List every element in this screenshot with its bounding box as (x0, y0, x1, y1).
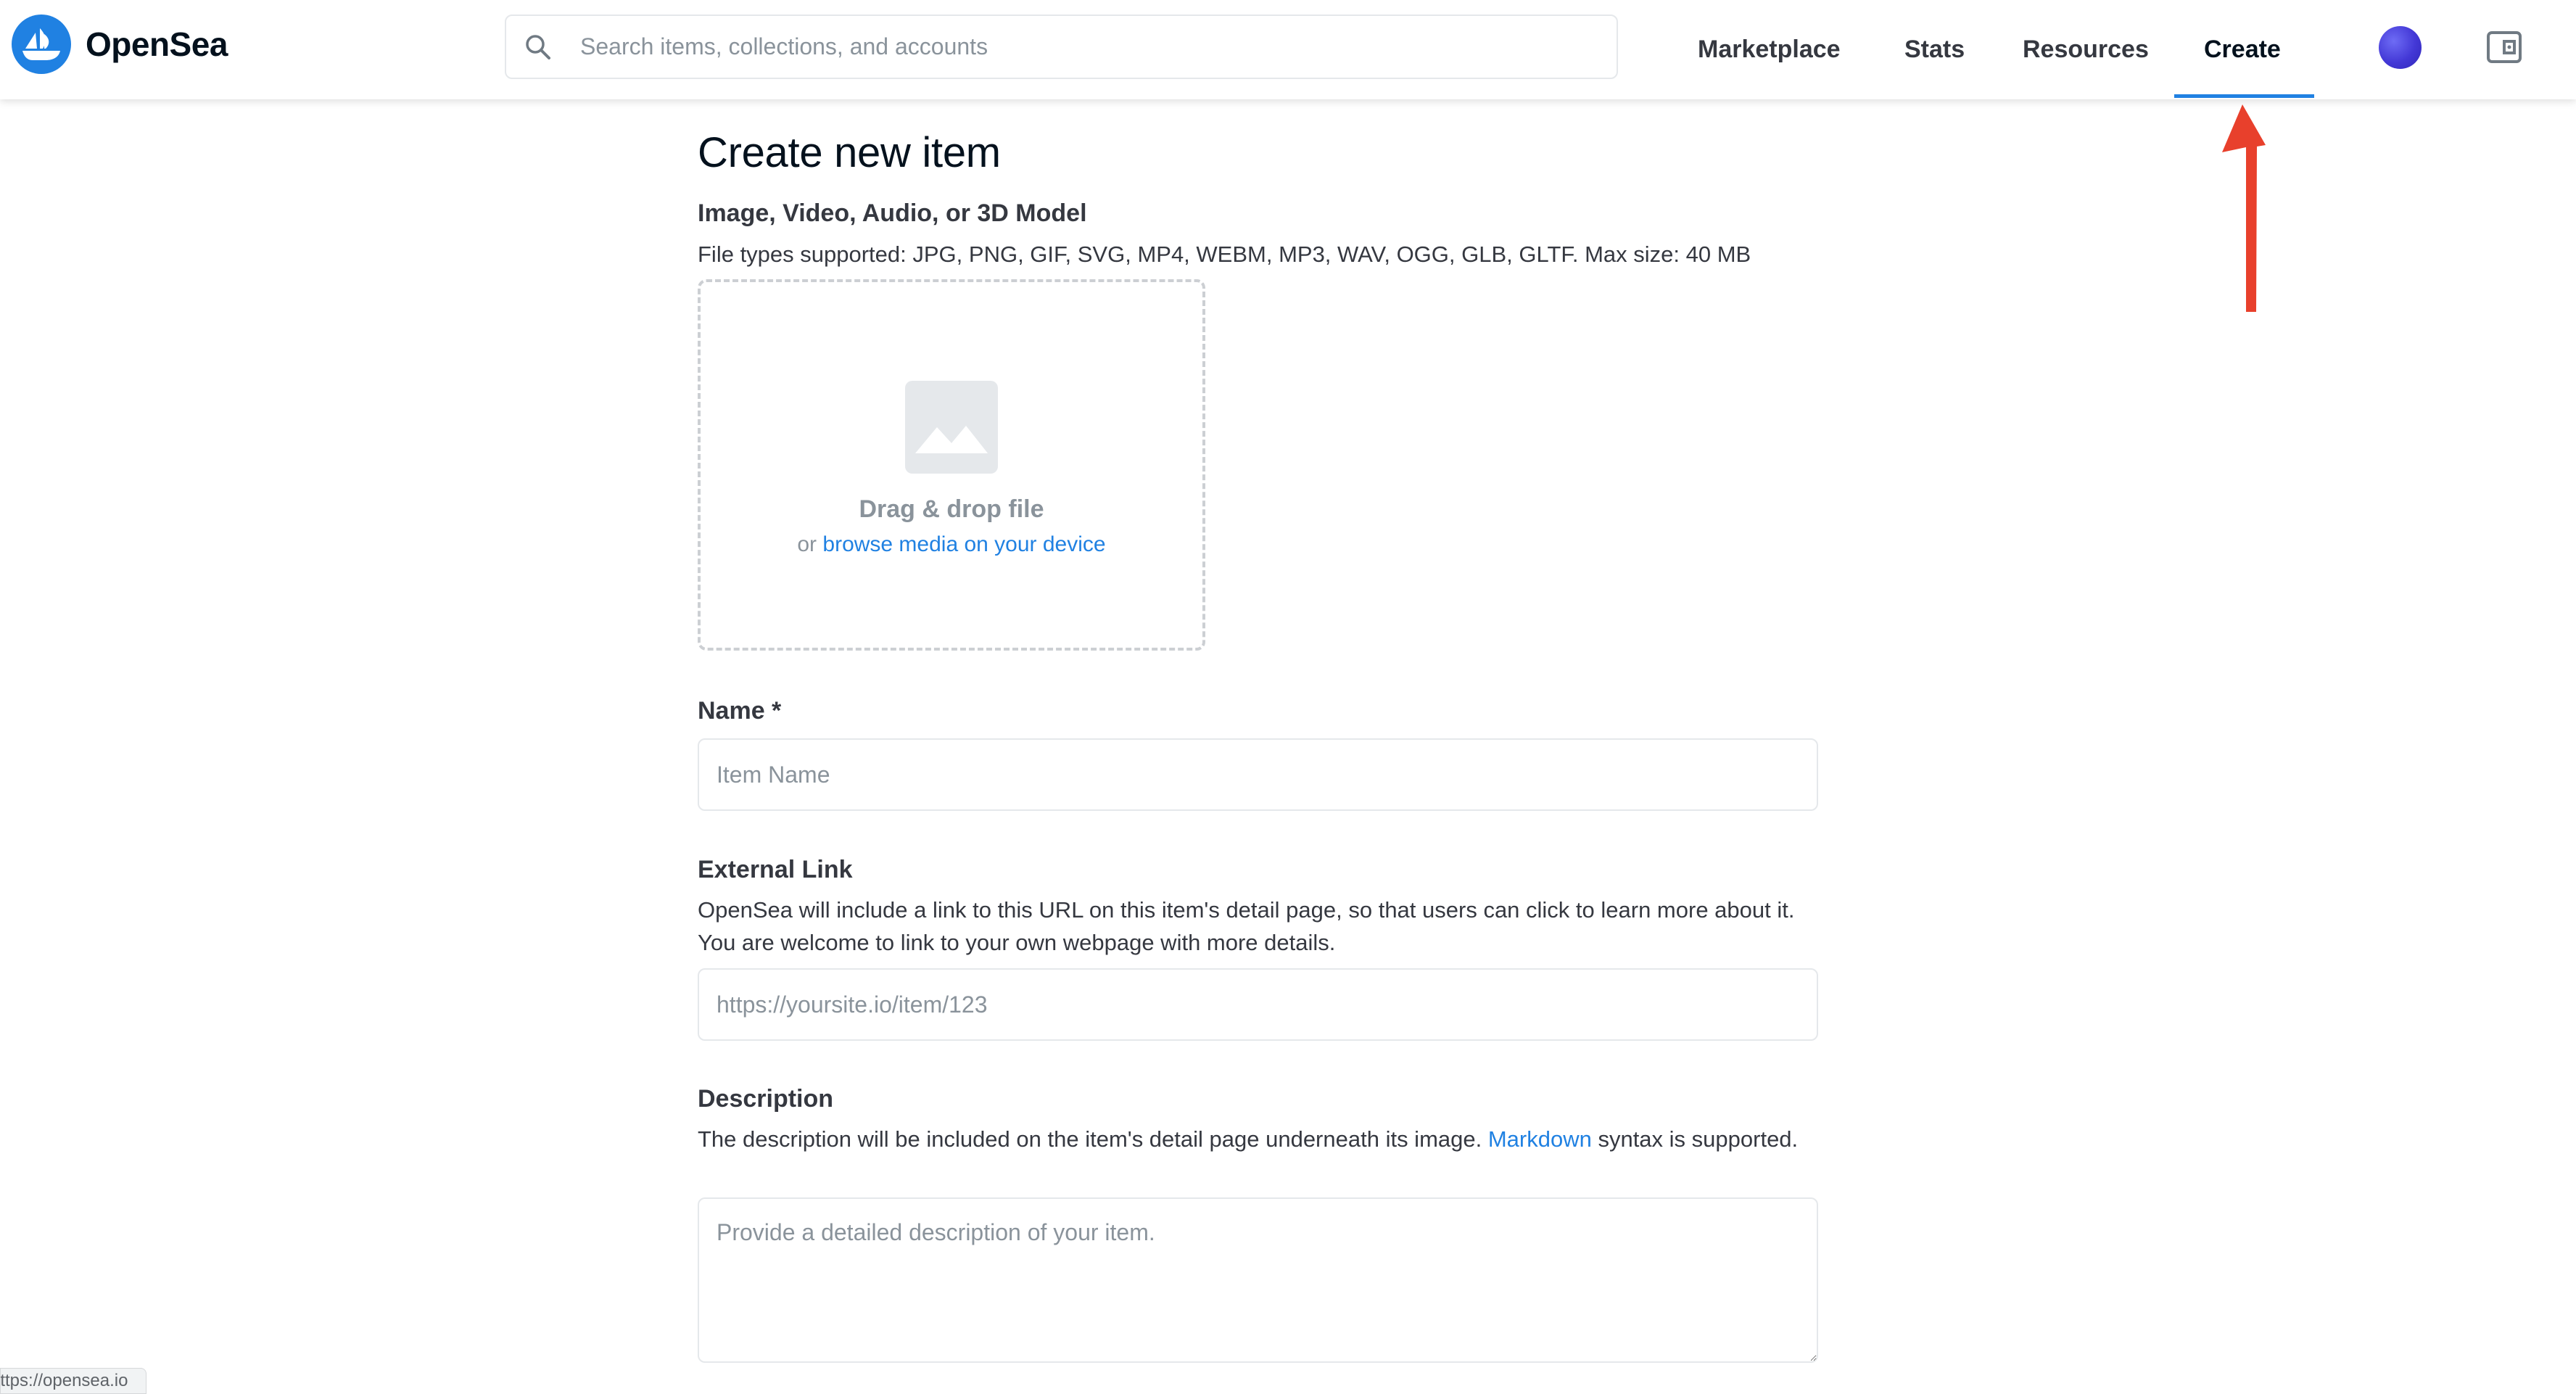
item-name-input[interactable] (698, 738, 1818, 811)
media-label: Image, Video, Audio, or 3D Model (698, 199, 1087, 227)
nav-active-indicator (2174, 94, 2314, 98)
logo-text: OpenSea (86, 25, 228, 63)
markdown-link[interactable]: Markdown (1488, 1126, 1592, 1152)
external-link-input[interactable] (698, 968, 1818, 1041)
description-help-text: The description will be included on the … (698, 1126, 1488, 1152)
media-dropzone[interactable]: Drag & drop file or browse media on your… (698, 279, 1205, 651)
description-help: The description will be included on the … (698, 1123, 1829, 1155)
nav-resources[interactable]: Resources (2023, 0, 2149, 99)
status-url-text: https://opensea.io (0, 1371, 128, 1390)
annotation-arrow (2222, 104, 2266, 312)
nav-marketplace[interactable]: Marketplace (1698, 0, 1841, 99)
external-link-help: OpenSea will include a link to this URL … (698, 897, 1795, 955)
nav-stats[interactable]: Stats (1904, 0, 1965, 99)
browse-media-link[interactable]: browse media on your device (822, 532, 1105, 556)
drop-or-text: or (797, 532, 823, 556)
description-textarea[interactable] (698, 1197, 1818, 1363)
name-label: Name * (698, 697, 782, 725)
opensea-boat-icon (12, 15, 71, 74)
nav-create[interactable]: Create (2204, 0, 2281, 99)
description-label: Description (698, 1085, 834, 1113)
status-bar-url: https://opensea.io (0, 1368, 146, 1394)
profile-avatar[interactable] (2379, 26, 2422, 69)
red-arrow-shape (2222, 104, 2266, 312)
wallet-icon[interactable] (2485, 28, 2524, 67)
opensea-logo[interactable]: OpenSea (12, 15, 228, 74)
description-help-text-end: syntax is supported. (1591, 1126, 1799, 1152)
search-icon (526, 34, 550, 59)
search-input[interactable] (580, 25, 1595, 69)
page-title: Create new item (698, 129, 1001, 176)
media-help: File types supported: JPG, PNG, GIF, SVG… (698, 242, 1751, 267)
drop-title: Drag & drop file (859, 495, 1044, 523)
search-bar[interactable] (505, 15, 1618, 79)
image-placeholder-icon (905, 381, 998, 474)
drop-subtitle: or browse media on your device (797, 532, 1105, 557)
external-link-label: External Link (698, 856, 853, 883)
top-navbar: OpenSea Marketplace Stats Resources Crea… (0, 0, 2576, 99)
